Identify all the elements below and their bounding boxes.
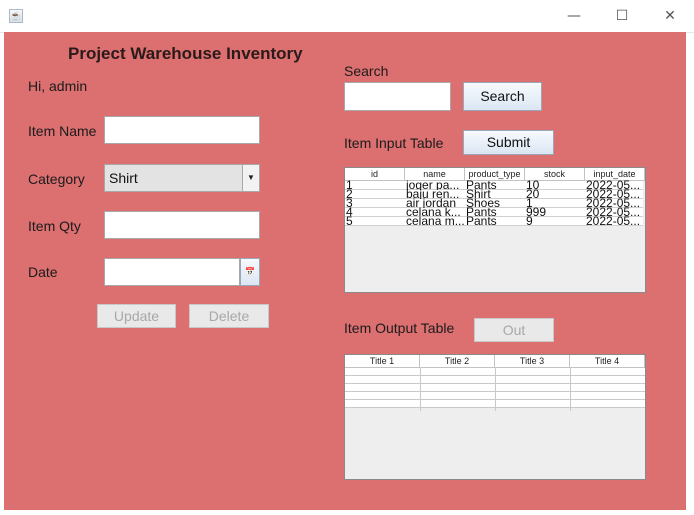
chevron-down-icon[interactable]: ▼ [242, 165, 259, 191]
column-header[interactable]: Title 3 [495, 355, 570, 367]
search-input[interactable] [344, 82, 451, 111]
category-select[interactable]: Shirt ▼ [104, 164, 260, 192]
search-button[interactable]: Search [463, 82, 542, 111]
item-name-label: Item Name [28, 123, 97, 139]
column-header[interactable]: id [345, 168, 405, 180]
column-header[interactable]: Title 4 [570, 355, 645, 367]
column-divider [420, 367, 421, 411]
table-cell: 9 [526, 215, 533, 226]
output-table-label: Item Output Table [344, 320, 455, 336]
column-divider [495, 367, 496, 411]
submit-button[interactable]: Submit [463, 130, 554, 155]
maximize-icon[interactable]: ☐ [599, 0, 645, 32]
input-table-label: Item Input Table [344, 135, 444, 151]
table-cell: celana m... [406, 215, 464, 226]
item-qty-label: Item Qty [28, 218, 81, 234]
table-cell: 5 [346, 215, 353, 226]
page-title: Project Warehouse Inventory [68, 44, 303, 63]
item-qty-field[interactable] [104, 211, 260, 239]
column-header[interactable]: Title 2 [420, 355, 495, 367]
calendar-icon[interactable]: 📅 [240, 258, 260, 286]
input-table[interactable]: id name product_type stock input_date 1 … [344, 167, 646, 293]
delete-button[interactable]: Delete [189, 304, 269, 328]
search-label: Search [344, 63, 389, 79]
table-row[interactable]: 5 celana m... Pants 9 2022-05... [345, 215, 643, 226]
category-selected-value: Shirt [109, 170, 138, 186]
output-table[interactable]: Title 1 Title 2 Title 3 Title 4 [344, 354, 646, 480]
item-name-field[interactable] [104, 116, 260, 144]
greeting-label: Hi, admin [28, 78, 88, 94]
java-icon: ☕ [9, 9, 23, 23]
column-divider [570, 367, 571, 411]
table-cell: Pants [466, 215, 497, 226]
out-button[interactable]: Out [474, 318, 554, 342]
close-icon[interactable]: ✕ [647, 0, 693, 32]
table-cell: 2022-05... [586, 215, 641, 226]
date-field[interactable] [104, 258, 240, 286]
minimize-icon[interactable]: — [551, 0, 597, 32]
category-label: Category [28, 171, 85, 187]
date-label: Date [28, 264, 58, 280]
column-header[interactable]: Title 1 [345, 355, 420, 367]
window-titlebar: ☕ — ☐ ✕ [0, 0, 694, 33]
update-button[interactable]: Update [97, 304, 176, 328]
